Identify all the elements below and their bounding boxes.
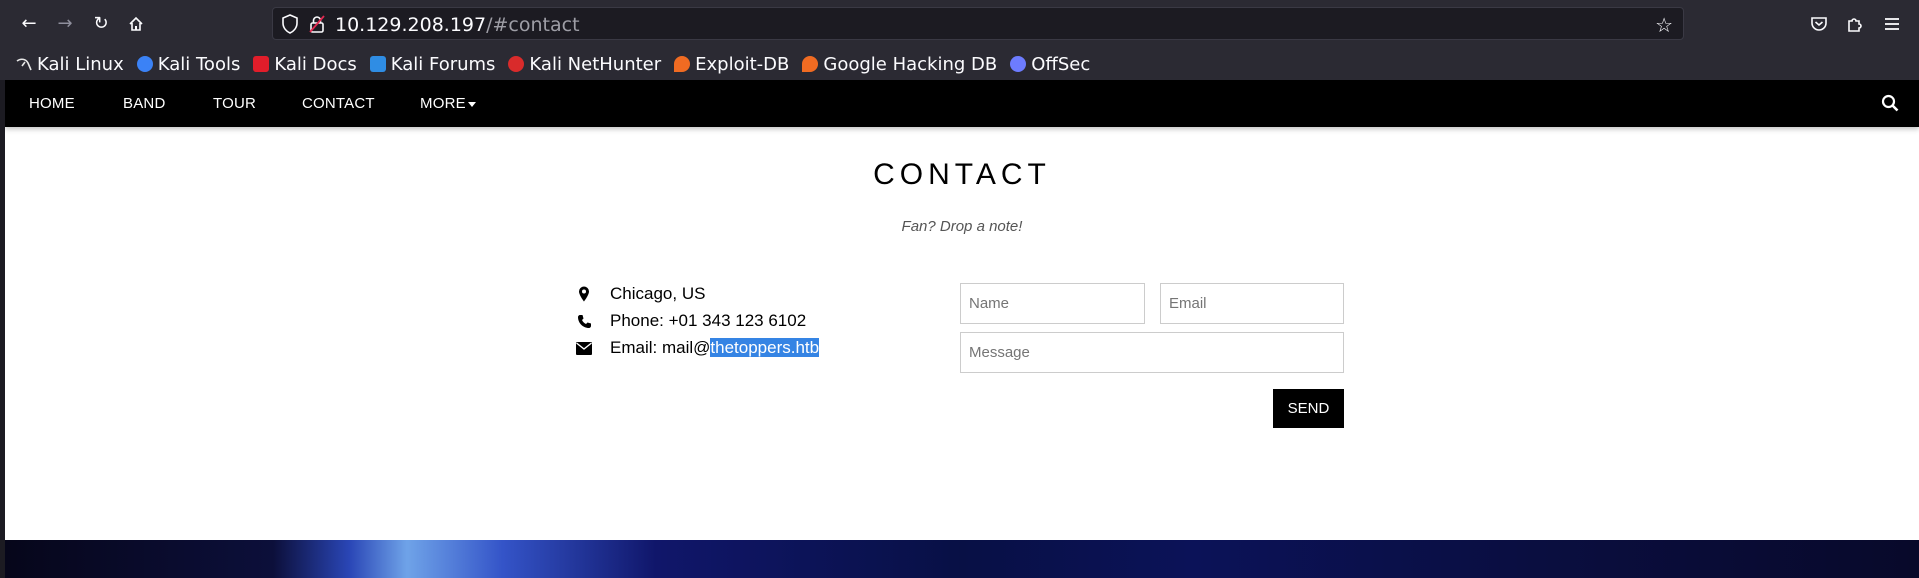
email-input[interactable] — [1160, 283, 1344, 324]
reload-icon: ↻ — [93, 13, 109, 34]
home-icon — [129, 16, 143, 31]
bookmark-offsec[interactable]: OffSec — [1010, 54, 1090, 75]
extensions-button[interactable] — [1843, 12, 1867, 36]
nav-tour[interactable]: TOUR — [213, 80, 256, 127]
email-text: Email: mail@thetoppers.htb — [610, 338, 820, 358]
message-input[interactable] — [960, 332, 1344, 373]
kali-nethunter-icon — [508, 56, 525, 72]
lock-warning-icon[interactable] — [309, 15, 325, 33]
map-marker-icon — [576, 286, 592, 302]
kali-forums-icon — [369, 56, 386, 72]
bookmark-label: OffSec — [1031, 53, 1091, 75]
site-navbar: HOME BAND TOUR CONTACT MORE — [5, 80, 1919, 127]
page-subtitle: Fan? Drop a note! — [901, 218, 1023, 235]
location-text: Chicago, US — [610, 284, 706, 303]
bookmark-label: Kali Linux — [37, 53, 124, 75]
browser-toolbar: ← → ↻ 10.129.208.197/#contact ☆ — [0, 0, 1919, 48]
nav-band[interactable]: BAND — [123, 80, 165, 127]
exploit-db-icon — [674, 56, 691, 72]
hero-image-strip — [5, 540, 1919, 578]
location-row: Chicago, US — [576, 282, 705, 306]
kali-tools-icon — [136, 56, 153, 72]
bookmark-google-hacking-db[interactable]: Google Hacking DB — [802, 54, 997, 75]
shield-icon[interactable] — [281, 14, 299, 34]
kali-dragon-icon — [16, 56, 32, 72]
url-host: 10.129.208.197 — [335, 14, 487, 36]
page-title: CONTACT — [873, 158, 1051, 191]
bookmark-kali-linux[interactable]: Kali Linux — [16, 54, 124, 75]
bookmark-kali-nethunter[interactable]: Kali NetHunter — [508, 54, 661, 75]
bookmark-kali-docs[interactable]: Kali Docs — [253, 53, 357, 75]
offsec-icon — [1010, 56, 1027, 72]
bookmark-label: Google Hacking DB — [823, 53, 998, 75]
bookmark-label: Kali NetHunter — [529, 53, 662, 75]
pocket-icon — [1811, 17, 1827, 31]
phone-icon — [576, 313, 592, 329]
caret-down-icon — [467, 101, 476, 107]
bookmark-label: Kali Tools — [157, 53, 241, 75]
bookmark-label: Kali Docs — [274, 53, 357, 75]
bookmark-star-icon[interactable]: ☆ — [1655, 13, 1673, 37]
nav-home[interactable]: HOME — [29, 80, 75, 127]
phone-row: Phone: +01 343 123 6102 — [576, 309, 806, 333]
url-path: /#contact — [486, 14, 580, 36]
send-button[interactable]: SEND — [1273, 389, 1344, 428]
envelope-icon — [576, 340, 592, 356]
puzzle-icon — [1848, 18, 1862, 32]
bookmark-exploit-db[interactable]: Exploit-DB — [674, 54, 789, 75]
page-viewport: HOME BAND TOUR CONTACT MORE CONTACT Fan?… — [5, 80, 1919, 578]
kali-docs-icon — [253, 56, 270, 72]
nav-more[interactable]: MORE — [420, 80, 476, 127]
back-button[interactable]: ← — [16, 11, 42, 37]
phone-text: Phone: +01 343 123 6102 — [610, 311, 807, 330]
bookmark-kali-tools[interactable]: Kali Tools — [136, 53, 241, 75]
ghdb-icon — [802, 56, 819, 72]
url-text[interactable]: 10.129.208.197/#contact — [335, 14, 580, 36]
bookmark-label: Kali Forums — [390, 53, 496, 75]
search-icon[interactable] — [1881, 94, 1899, 112]
bookmark-kali-forums[interactable]: Kali Forums — [369, 53, 496, 75]
arrow-right-icon: → — [57, 13, 73, 34]
bookmark-label: Exploit-DB — [695, 53, 790, 75]
forward-button[interactable]: → — [52, 11, 78, 37]
home-button[interactable] — [123, 11, 149, 37]
arrow-left-icon: ← — [21, 13, 37, 34]
nav-contact[interactable]: CONTACT — [302, 80, 375, 127]
nav-more-label: MORE — [420, 95, 466, 112]
url-bar[interactable]: 10.129.208.197/#contact ☆ — [272, 7, 1684, 40]
browser-chrome: ← → ↻ 10.129.208.197/#contact ☆ Kali Lin… — [0, 0, 1919, 80]
bookmarks-toolbar: Kali Linux Kali Tools Kali Docs Kali For… — [0, 48, 1919, 80]
reload-button[interactable]: ↻ — [88, 11, 114, 37]
pocket-button[interactable] — [1807, 12, 1831, 36]
hamburger-menu-icon — [1885, 18, 1899, 30]
email-domain-selected: thetoppers.htb — [710, 338, 820, 357]
email-prefix: Email: mail@ — [610, 338, 711, 357]
name-input[interactable] — [960, 283, 1145, 324]
menu-button[interactable] — [1880, 12, 1904, 36]
email-row: Email: mail@thetoppers.htb — [576, 336, 820, 360]
